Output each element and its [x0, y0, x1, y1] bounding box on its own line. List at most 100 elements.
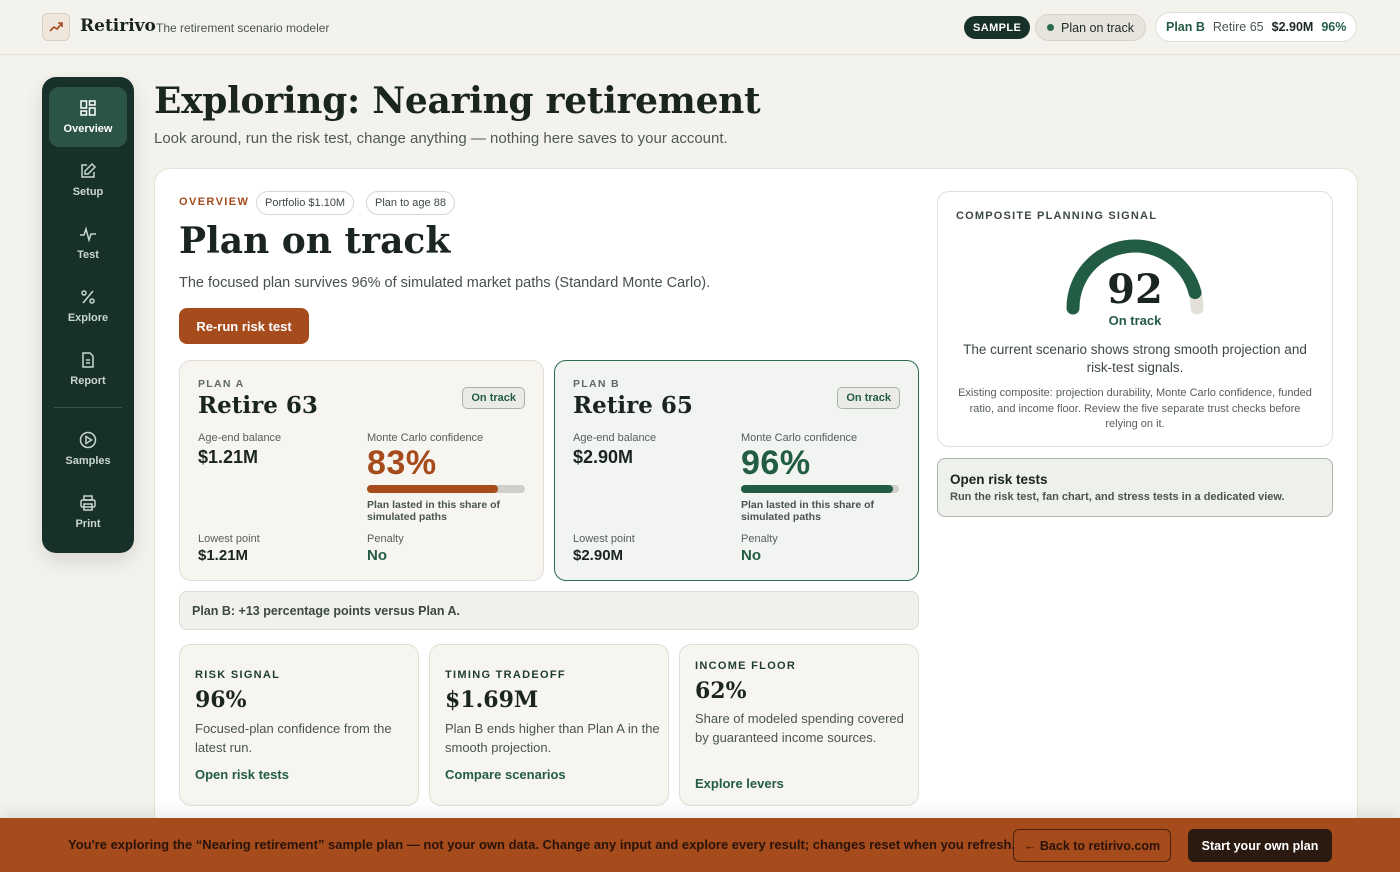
- insight-description: Share of modeled spending covered by gua…: [695, 711, 904, 745]
- portfolio-chip: Portfolio $1.10M: [256, 191, 355, 215]
- grid-icon: [80, 100, 96, 116]
- overview-eyebrow: OVERVIEW: [179, 196, 250, 208]
- insight-value: 62%: [695, 678, 747, 704]
- mc-confidence-bar: [367, 485, 525, 493]
- sidebar-item-label: Overview: [63, 123, 113, 135]
- focused-plan-retire: Retire 65: [1212, 20, 1264, 34]
- sidebar-item-samples[interactable]: Samples: [49, 419, 127, 479]
- signal-score-label: On track: [1108, 313, 1162, 328]
- age-end-balance-value: $2.90M: [573, 447, 634, 467]
- age-end-balance-label: Age-end balance: [573, 432, 657, 444]
- penalty-value: No: [367, 547, 387, 564]
- focused-plan-name: Plan B: [1166, 20, 1205, 34]
- mc-confidence-value: 83%: [367, 444, 437, 482]
- lowest-point-label: Lowest point: [198, 533, 260, 545]
- open-risk-tests-card[interactable]: Open risk tests Run the risk test, fan c…: [937, 458, 1333, 517]
- mc-confidence-note: Plan lasted in this share of simulated p…: [367, 499, 501, 523]
- sidebar-item-explore[interactable]: Explore: [49, 276, 127, 336]
- back-to-site-button[interactable]: ← Back to retirivo.com: [1013, 829, 1171, 862]
- composite-signal-card: COMPOSITE PLANNING SIGNAL 92 On track Th…: [937, 191, 1333, 447]
- percent-icon: [81, 290, 95, 304]
- insight-eyebrow: INCOME FLOOR: [695, 660, 797, 672]
- mc-confidence-label: Monte Carlo confidence: [367, 432, 484, 444]
- open-risk-tests-link[interactable]: Open risk tests: [195, 767, 289, 782]
- sidebar-item-report[interactable]: Report: [49, 339, 127, 399]
- sidebar-item-label: Print: [75, 518, 101, 530]
- mc-confidence-label: Monte Carlo confidence: [741, 432, 858, 444]
- sidebar-nav: Overview Setup Test Explore Report Sampl…: [42, 77, 134, 553]
- sidebar-item-label: Explore: [67, 312, 109, 324]
- sidebar-item-label: Report: [70, 375, 106, 387]
- age-end-balance-value: $1.21M: [198, 447, 259, 467]
- insight-value: $1.69M: [445, 687, 539, 713]
- sidebar-item-label: Samples: [65, 455, 111, 467]
- pulse-icon: [80, 226, 96, 243]
- plan-status-pill: Plan on track: [1035, 14, 1146, 41]
- insight-value: 96%: [195, 687, 247, 713]
- sample-badge: SAMPLE: [964, 16, 1031, 39]
- mc-confidence-bar-fill: [741, 485, 893, 493]
- focused-plan-pct: 96%: [1321, 20, 1347, 34]
- plan-title: Retire 63: [198, 392, 318, 419]
- focused-plan-value: $2.90M: [1271, 20, 1314, 34]
- brand-name[interactable]: Retirivo: [80, 16, 156, 36]
- signal-score: 92: [1107, 266, 1163, 313]
- document-icon: [82, 352, 94, 368]
- lowest-point-value: $1.21M: [198, 547, 249, 564]
- insight-card-risk-signal: RISK SIGNAL 96% Focused-plan confidence …: [179, 644, 419, 806]
- plan-status-badge: On track: [462, 387, 525, 409]
- edit-icon: [81, 162, 97, 178]
- plan-status-badge: On track: [837, 387, 900, 409]
- logo-trend-icon[interactable]: [42, 13, 70, 41]
- signal-description: The current scenario shows strong smooth…: [963, 342, 1307, 375]
- mc-confidence-value: 96%: [741, 444, 811, 482]
- sidebar-item-setup[interactable]: Setup: [49, 150, 127, 210]
- age-end-balance-label: Age-end balance: [198, 432, 282, 444]
- penalty-value: No: [741, 547, 761, 564]
- start-own-plan-button[interactable]: Start your own plan: [1188, 829, 1332, 862]
- page-title: Exploring: Nearing retirement: [154, 80, 761, 122]
- insight-description: Focused-plan confidence from the latest …: [195, 721, 392, 755]
- mc-confidence-bar: [741, 485, 899, 493]
- plan-eyebrow: PLAN B: [573, 378, 620, 390]
- sidebar-divider: [54, 407, 122, 408]
- play-circle-icon: [79, 431, 97, 449]
- banner-text: You're exploring the “Nearing retirement…: [68, 837, 1016, 852]
- sidebar-item-print[interactable]: Print: [49, 482, 127, 542]
- overview-subtitle: The focused plan survives 96% of simulat…: [179, 275, 711, 291]
- plan-card-b[interactable]: PLAN B Retire 65 On track Age-end balanc…: [554, 360, 919, 581]
- plan-comparison-note: Plan B: +13 percentage points versus Pla…: [179, 591, 919, 630]
- mc-confidence-bar-fill: [367, 485, 499, 493]
- sidebar-item-test[interactable]: Test: [49, 213, 127, 273]
- signal-note: Existing composite: projection durabilit…: [958, 387, 1312, 430]
- penalty-label: Penalty: [741, 533, 778, 545]
- plan-card-a[interactable]: PLAN A Retire 63 On track Age-end balanc…: [179, 360, 544, 581]
- plan-eyebrow: PLAN A: [198, 378, 245, 390]
- insight-eyebrow: RISK SIGNAL: [195, 669, 281, 681]
- focused-plan-pill[interactable]: Plan B Retire 65 $2.90M 96%: [1155, 12, 1358, 42]
- insight-eyebrow: TIMING TRADEOFF: [445, 669, 566, 681]
- printer-icon: [80, 495, 96, 511]
- explore-levers-link[interactable]: Explore levers: [695, 776, 784, 791]
- sample-mode-banner: You're exploring the “Nearing retirement…: [0, 818, 1400, 872]
- sidebar-item-label: Setup: [72, 186, 104, 198]
- rerun-risk-test-button[interactable]: Re-run risk test: [179, 308, 309, 344]
- top-bar: Retirivo The retirement scenario modeler…: [0, 0, 1400, 55]
- compare-scenarios-link[interactable]: Compare scenarios: [445, 767, 566, 782]
- risk-tests-title: Open risk tests: [950, 472, 1048, 487]
- insight-description: Plan B ends higher than Plan A in the sm…: [445, 721, 660, 755]
- plan-age-chip: Plan to age 88: [366, 191, 455, 215]
- sidebar-item-overview[interactable]: Overview: [49, 87, 127, 147]
- status-dot-icon: [1047, 24, 1054, 31]
- page-subtitle: Look around, run the risk test, change a…: [154, 130, 728, 147]
- sidebar-item-label: Test: [77, 249, 99, 261]
- brand-tagline: The retirement scenario modeler: [156, 21, 330, 35]
- overview-title: Plan on track: [179, 220, 451, 262]
- insight-card-income-floor: INCOME FLOOR 62% Share of modeled spendi…: [679, 644, 919, 806]
- lowest-point-label: Lowest point: [573, 533, 635, 545]
- penalty-label: Penalty: [367, 533, 404, 545]
- insight-card-timing-tradeoff: TIMING TRADEOFF $1.69M Plan B ends highe…: [429, 644, 669, 806]
- lowest-point-value: $2.90M: [573, 547, 624, 564]
- plan-title: Retire 65: [573, 392, 693, 419]
- plan-status-label: Plan on track: [1061, 20, 1134, 35]
